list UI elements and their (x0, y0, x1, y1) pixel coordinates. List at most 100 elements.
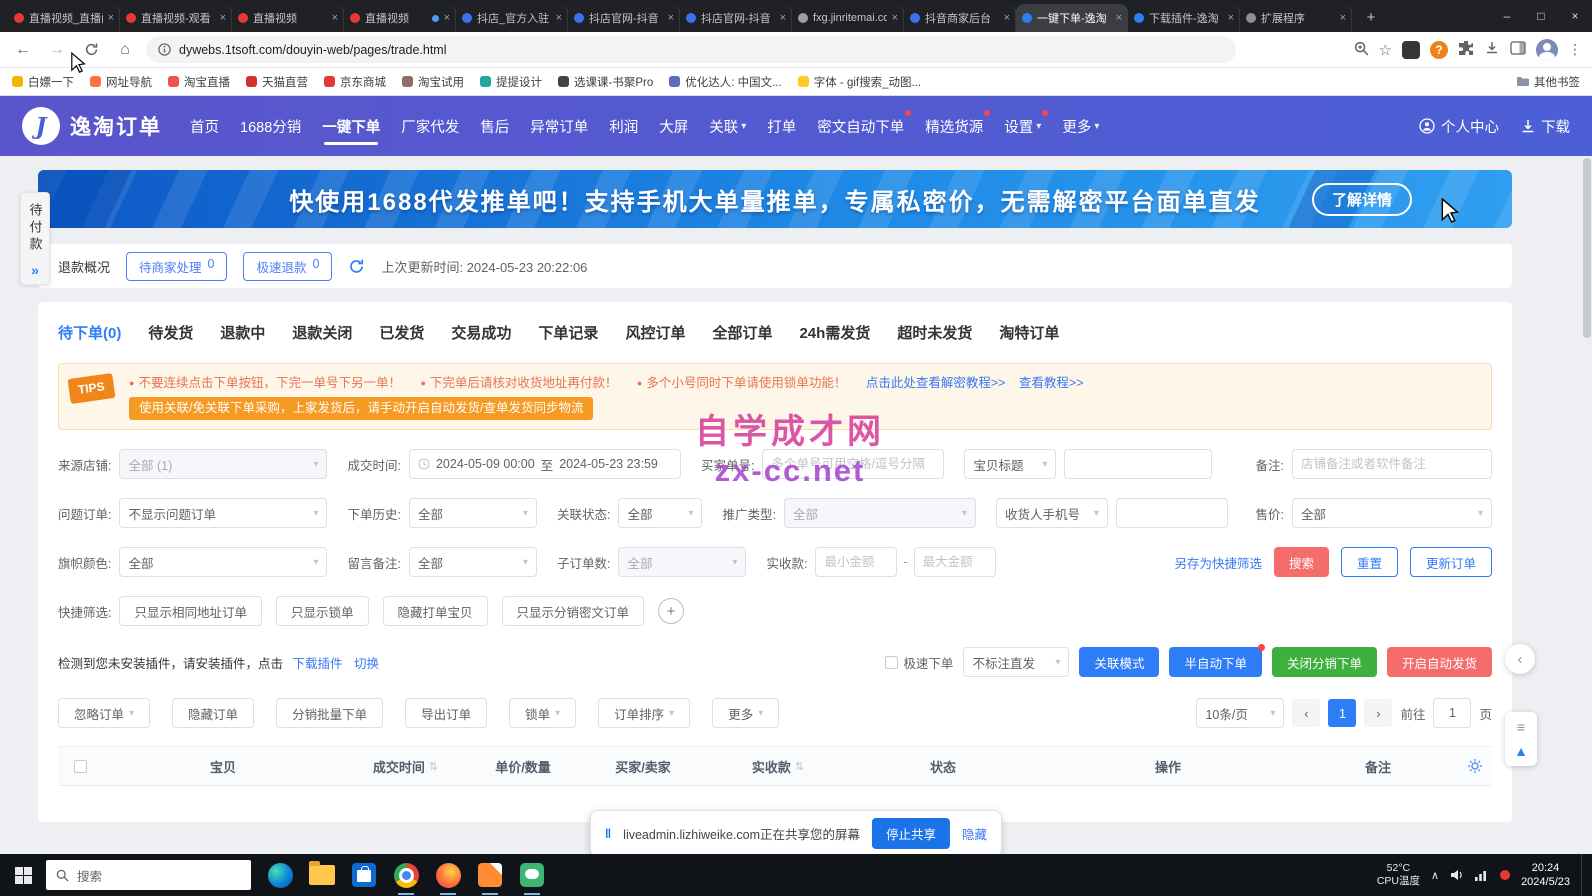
tab-close-icon[interactable]: × (332, 12, 338, 24)
sort-icon[interactable]: ⇅ (795, 760, 804, 773)
bookmark-item[interactable]: 网址导航 (90, 74, 152, 90)
back-button[interactable]: ← (10, 37, 36, 63)
tray-expand-icon[interactable]: ∧ (1431, 869, 1439, 882)
reset-button[interactable]: 重置 (1341, 547, 1398, 577)
taskbar-browser-icon[interactable] (427, 854, 469, 896)
relation-mode-button[interactable]: 关联模式 (1079, 647, 1159, 677)
semi-auto-order-button[interactable]: 半自动下单 (1169, 647, 1262, 677)
browser-tab[interactable]: 直播视频 × (232, 4, 344, 32)
promo-type-select[interactable]: 全部 ▾ (784, 498, 976, 528)
tab-close-icon[interactable]: × (1116, 12, 1122, 24)
bookmark-item[interactable]: 淘宝试用 (402, 74, 464, 90)
bookmark-item[interactable]: 优化达人: 中国文... (669, 74, 781, 90)
remark-input[interactable] (1292, 449, 1492, 479)
nav-item[interactable]: 关联 ▾ (709, 96, 746, 157)
order-status-tab[interactable]: 淘特订单 (999, 322, 1059, 343)
tab-close-icon[interactable]: × (668, 12, 674, 24)
quick-filter-chip[interactable]: 只显示相同地址订单 (119, 596, 262, 626)
browser-tab[interactable]: 抖店官网-抖音 × (680, 4, 792, 32)
order-action-button[interactable]: 导出订单 (405, 698, 487, 728)
show-desktop-button[interactable] (1581, 854, 1586, 896)
collapse-panel-button[interactable]: ‹ (1505, 644, 1535, 674)
nav-item[interactable]: 1688分销 (240, 96, 301, 157)
new-tab-button[interactable]: + (1358, 4, 1384, 30)
quick-filter-chip[interactable]: 隐藏打单宝贝 (383, 596, 488, 626)
taskbar-explorer-icon[interactable] (301, 854, 343, 896)
nav-item[interactable]: 精选货源 (925, 96, 983, 157)
extension-icon[interactable] (1402, 41, 1420, 59)
table-column-header[interactable]: 状态 (848, 757, 1038, 776)
order-action-button[interactable]: 忽略订单 ▾ (58, 698, 150, 728)
save-quick-filter-link[interactable]: 另存为快捷筛选 (1174, 553, 1262, 572)
other-bookmarks-folder[interactable]: 其他书签 (1516, 74, 1580, 90)
taskbar-wechat-icon[interactable] (511, 854, 553, 896)
receiver-phone-select[interactable]: 收货人手机号 ▾ (996, 498, 1108, 528)
page-size-select[interactable]: 10条/页 ▾ (1196, 698, 1284, 728)
browser-tab[interactable]: 抖音商家后台 × (904, 4, 1016, 32)
tab-close-icon[interactable]: × (556, 12, 562, 24)
add-quick-filter-button[interactable]: + (658, 598, 684, 624)
flag-color-select[interactable]: 全部 ▾ (119, 547, 327, 577)
current-page[interactable]: 1 (1328, 699, 1356, 727)
nav-item[interactable]: 售后 (480, 96, 509, 157)
side-collapsed-panel[interactable]: 待付款 » (20, 192, 50, 285)
speed-order-checkbox[interactable]: 极速下单 (885, 653, 953, 672)
taskbar-clock[interactable]: 20:24 2024/5/23 (1521, 861, 1570, 890)
view-tutorial-link[interactable]: 查看教程>> (1019, 376, 1084, 390)
close-distribution-button[interactable]: 关闭分销下单 (1272, 647, 1377, 677)
browser-tab[interactable]: 下载插件-逸淘 × (1128, 4, 1240, 32)
expand-arrow-icon[interactable]: » (31, 262, 39, 278)
order-action-button[interactable]: 订单排序 ▾ (598, 698, 690, 728)
table-column-header[interactable]: 操作 (1038, 757, 1298, 776)
taskbar-store-icon[interactable] (343, 854, 385, 896)
extension-help-icon[interactable]: ? (1430, 41, 1448, 59)
stop-sharing-button[interactable]: 停止共享 (872, 818, 950, 849)
problem-order-select[interactable]: 不显示问题订单 ▾ (119, 498, 327, 528)
source-shop-select[interactable]: 全部 (1) ▾ (119, 449, 327, 479)
item-title-select[interactable]: 宝贝标题 ▾ (964, 449, 1056, 479)
refund-stat-pill[interactable]: 待商家处理 0 (126, 252, 227, 281)
paid-min-input[interactable] (815, 547, 897, 577)
table-column-header[interactable]: 宝贝 (103, 757, 343, 776)
nav-item[interactable]: 更多 ▾ (1062, 96, 1099, 157)
tab-close-icon[interactable]: × (220, 12, 226, 24)
taskbar-chrome-icon[interactable] (385, 854, 427, 896)
profile-avatar[interactable] (1536, 39, 1558, 61)
hide-share-link[interactable]: 隐藏 (962, 824, 987, 843)
order-status-tab[interactable]: 已发货 (379, 322, 424, 343)
table-column-header[interactable]: 单价/数量 (468, 757, 578, 776)
tab-close-icon[interactable]: × (444, 12, 450, 24)
bookmark-star-icon[interactable]: ☆ (1379, 41, 1392, 59)
checkbox-icon[interactable] (885, 656, 898, 669)
receiver-phone-input[interactable] (1116, 498, 1228, 528)
page-scrollbar[interactable] (1583, 158, 1591, 852)
tab-close-icon[interactable]: × (1340, 12, 1346, 24)
site-info-icon[interactable] (158, 43, 171, 56)
nav-item[interactable]: 一键下单 (322, 96, 380, 157)
table-select-all-checkbox[interactable] (74, 760, 87, 773)
browser-tab[interactable]: 直播视频-观看 × (120, 4, 232, 32)
order-status-tab[interactable]: 全部订单 (712, 322, 772, 343)
goto-page-input[interactable] (1433, 698, 1471, 728)
refresh-refund-button[interactable] (348, 258, 365, 275)
nav-item[interactable]: 首页 (190, 96, 219, 157)
browser-tab[interactable]: 一键下单-逸淘 × (1016, 4, 1128, 32)
order-status-tab[interactable]: 24h需发货 (799, 322, 870, 343)
start-button[interactable] (0, 854, 46, 896)
nav-item[interactable]: 设置 ▾ (1004, 96, 1041, 157)
nav-item[interactable]: 大屏 (659, 96, 688, 157)
title-keyword-input[interactable] (1064, 449, 1212, 479)
table-column-header[interactable]: 实收款 ⇅ (708, 757, 848, 776)
taskbar-search[interactable]: 搜索 (46, 860, 251, 890)
order-status-tab[interactable]: 待发货 (148, 322, 193, 343)
table-column-header[interactable]: 成交时间 ⇅ (343, 757, 468, 776)
nav-item[interactable]: 厂家代发 (401, 96, 459, 157)
bookmark-item[interactable]: 天猫直营 (246, 74, 308, 90)
nav-item[interactable]: 密文自动下单 (817, 96, 904, 157)
menu-icon[interactable]: ≡ (1517, 720, 1525, 734)
reload-button[interactable] (78, 37, 104, 63)
paid-max-input[interactable] (914, 547, 996, 577)
order-history-select[interactable]: 全部 ▾ (409, 498, 537, 528)
quick-filter-chip[interactable]: 只显示分销密文订单 (502, 596, 645, 626)
home-button[interactable]: ⌂ (112, 37, 138, 63)
